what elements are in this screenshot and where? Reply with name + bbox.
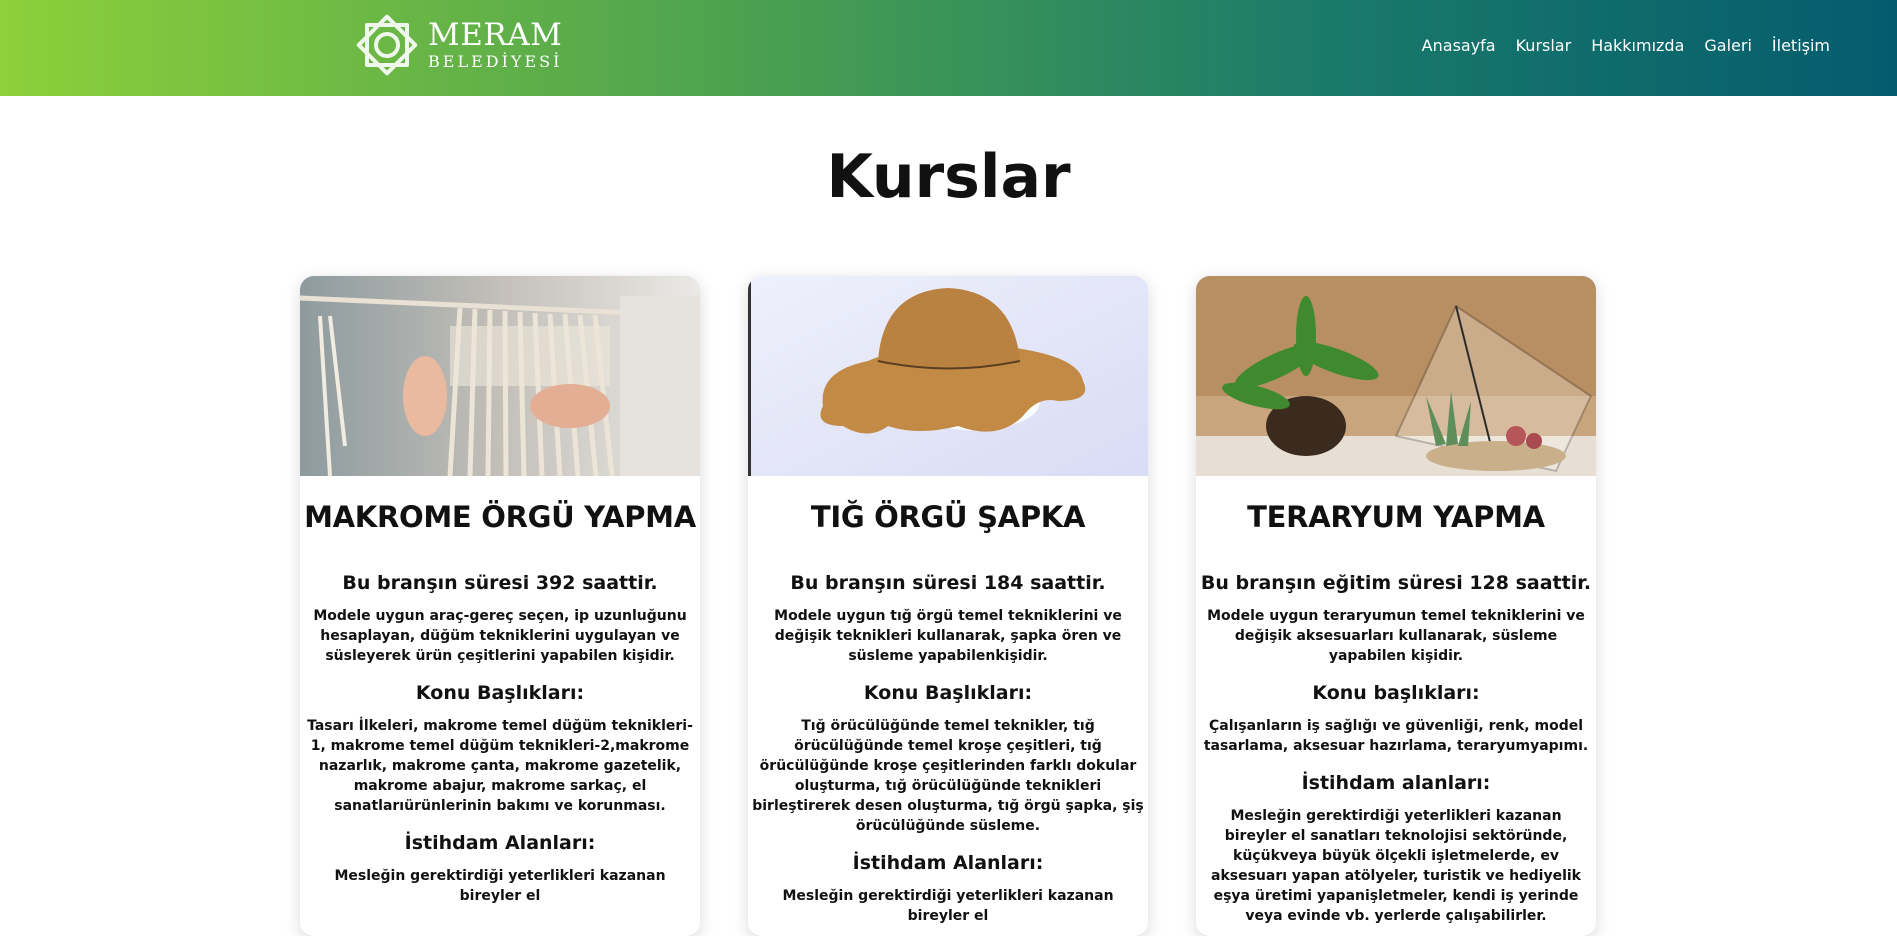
brand-name: MERAM [428, 17, 563, 53]
topics-text: Tasarı İlkeleri, makrome temel düğüm tek… [307, 718, 693, 814]
course-description: Modele uygun araç-gereç seçen, ip uzunlu… [313, 608, 687, 664]
topics-heading: Konu Başlıkları: [863, 682, 1033, 704]
course-card-tig-orgu: TIĞ ÖRGÜ ŞAPKA Bu branşın süresi 184 saa… [748, 276, 1148, 936]
meram-belediyesi-logo[interactable]: MERAM BELEDİYESİ [350, 8, 570, 82]
terrarium-photo [1196, 276, 1596, 476]
brand-subtitle: BELEDİYESİ [428, 52, 563, 71]
course-description: Modele uygun teraryumun temel teknikleri… [1207, 608, 1585, 664]
crochet-hat-photo [748, 276, 1148, 476]
course-duration: Bu branşın süresi 184 saattir. [790, 572, 1106, 594]
employment-heading: İstihdam alanları: [1301, 772, 1491, 794]
course-duration: Bu branşın eğitim süresi 128 saattir. [1200, 572, 1592, 594]
course-card-teraryum: TERARYUM YAPMA Bu branşın eğitim süresi … [1196, 276, 1596, 936]
course-duration: Bu branşın süresi 392 saattir. [342, 572, 658, 594]
topics-text: Çalışanların iş sağlığı ve güvenliği, re… [1203, 718, 1589, 754]
course-title: TIĞ ÖRGÜ ŞAPKA [810, 500, 1086, 534]
topics-heading: Konu başlıkları: [1312, 682, 1480, 704]
employment-text: Mesleğin gerektirdiği yeterlikleri kazan… [1211, 808, 1581, 924]
makrome-photo [300, 276, 700, 476]
employment-text: Mesleğin gerektirdiği yeterlikleri kazan… [782, 888, 1114, 924]
nav-kurslar[interactable]: Kurslar [1516, 36, 1572, 55]
main-nav: Anasayfa Kurslar Hakkımızda Galeri İleti… [1422, 36, 1830, 55]
employment-text: Mesleğin gerektirdiği yeterlikleri kazan… [334, 868, 666, 904]
nav-hakkimizda[interactable]: Hakkımızda [1591, 36, 1684, 55]
nav-anasayfa[interactable]: Anasayfa [1422, 36, 1496, 55]
employment-heading: İstihdam Alanları: [852, 852, 1044, 874]
course-title: TERARYUM YAPMA [1247, 500, 1545, 534]
course-title: MAKROME ÖRGÜ YAPMA [304, 500, 696, 534]
employment-heading: İstihdam Alanları: [404, 832, 596, 854]
site-header: MERAM BELEDİYESİ Anasayfa Kurslar Hakkım… [0, 0, 1897, 96]
nav-iletisim[interactable]: İletişim [1772, 36, 1830, 55]
course-card-makrome: MAKROME ÖRGÜ YAPMA Bu branşın süresi 392… [300, 276, 700, 936]
course-description: Modele uygun tığ örgü temel tekniklerini… [774, 608, 1122, 664]
nav-galeri[interactable]: Galeri [1704, 36, 1752, 55]
topics-text: Tığ örücülüğünde temel teknikler, tığ ör… [752, 718, 1144, 834]
page-title: Kurslar [826, 142, 1071, 212]
topics-heading: Konu Başlıkları: [415, 682, 585, 704]
logo-star-icon [356, 14, 418, 76]
